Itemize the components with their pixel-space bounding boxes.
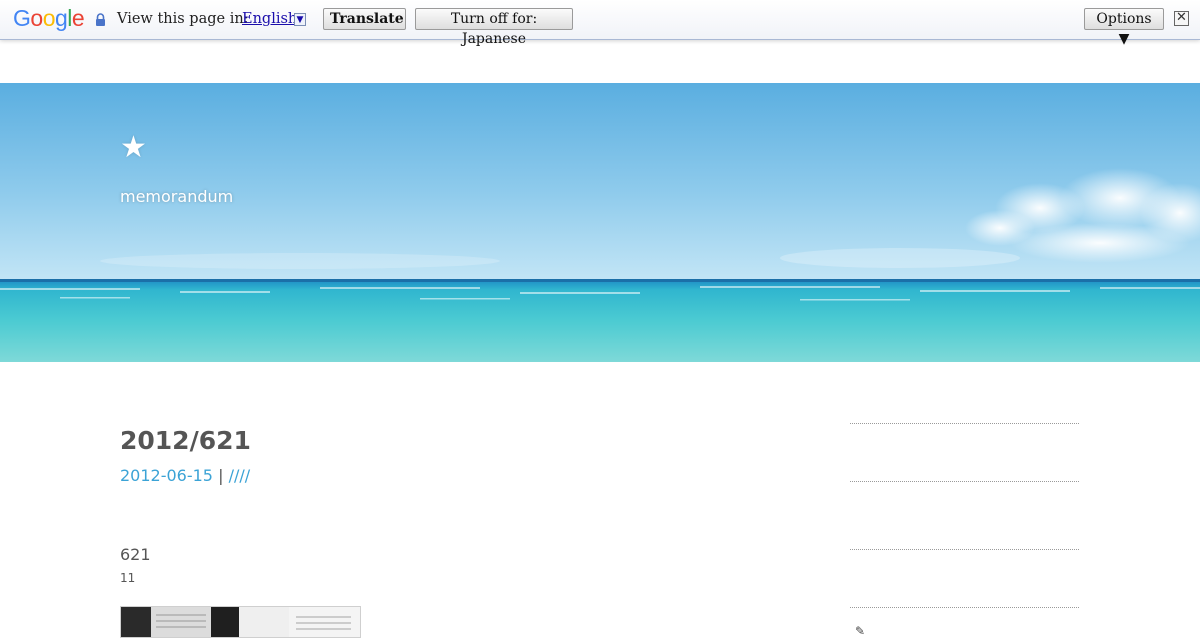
sidebar-divider: [850, 549, 1079, 550]
sidebar-divider: [850, 423, 1079, 424]
site-title[interactable]: ★: [120, 130, 147, 165]
turn-off-button[interactable]: Turn off for: Japanese: [415, 8, 573, 47]
sidebar-divider: [850, 481, 1079, 482]
logo-letter: o: [30, 5, 43, 31]
pencil-icon: ✎: [855, 624, 866, 638]
meta-separator: |: [218, 466, 224, 485]
logo-letter: e: [71, 5, 85, 31]
post-category-link[interactable]: ////: [229, 466, 251, 485]
site-description: memorandum: [120, 187, 234, 206]
post-title[interactable]: 2012/621: [120, 426, 251, 455]
translate-prompt: View this page in:: [117, 11, 249, 27]
logo-letter: o: [42, 5, 56, 31]
close-icon[interactable]: ✕: [1174, 11, 1189, 26]
sidebar-divider: [850, 607, 1079, 608]
google-logo: Google: [13, 5, 85, 32]
options-button[interactable]: Options ▼: [1084, 8, 1164, 47]
post-body-line: 621: [120, 545, 151, 564]
header-banner: ★ memorandum: [0, 83, 1200, 362]
lock-icon: [96, 13, 105, 26]
sea-photo: [0, 83, 1200, 362]
language-link[interactable]: English: [242, 11, 297, 27]
post-image[interactable]: [120, 606, 361, 638]
post-date-link[interactable]: 2012-06-15: [120, 466, 213, 485]
translate-bar: Google View this page in: English ▼ Tran…: [0, 0, 1200, 47]
post-body-small: 11: [120, 571, 136, 585]
translate-button[interactable]: Translate: [323, 8, 406, 30]
chevron-down-icon[interactable]: ▼: [294, 13, 306, 26]
logo-letter: G: [13, 5, 31, 31]
post-meta: 2012-06-15 | ////: [120, 466, 250, 485]
logo-letter: g: [54, 5, 68, 31]
